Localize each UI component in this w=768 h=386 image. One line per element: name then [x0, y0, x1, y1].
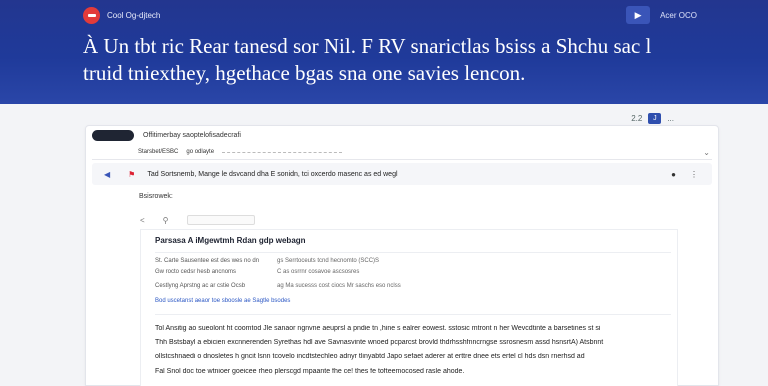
subtitle: Starsbet/ESBC — [138, 149, 179, 155]
flag-icon[interactable]: ⚑ — [128, 170, 135, 179]
card-line: St. Carte Sausentee est des wes no dn — [155, 258, 260, 264]
content-panel: Offitimerbay saoptelofisadecrafi Starsbe… — [85, 125, 719, 386]
paragraph-line: Tol Ansitig ao sueolont ht coomtod Jle s… — [155, 325, 601, 332]
card-line: Cestlyng Aprstng ac ar cstie Ocsb — [155, 283, 246, 289]
divider — [92, 159, 712, 160]
brand-logo-icon — [83, 7, 100, 24]
paragraph-line: Fal Snol doc toe wtnioer goeicee rheo pl… — [155, 368, 465, 375]
mini-toolbar-ext[interactable]: ... — [667, 114, 674, 123]
card-divider — [155, 252, 671, 253]
paragraph-line: Thh Bstsbayl a ebicien excnnerenden Syre… — [155, 339, 604, 346]
chevron-down-icon[interactable]: ⌄ — [703, 148, 710, 157]
more-icon[interactable]: ⋮ — [690, 170, 698, 179]
mini-toolbar: 2.2 J ... — [631, 113, 674, 124]
card-meta: C as osrrnr cosavoe ascsosres — [277, 269, 360, 275]
section-label: Bsisrowek: — [139, 193, 173, 200]
cast-icon[interactable]: ▶ — [626, 6, 651, 24]
mini-toolbar-label: 2.2 — [631, 114, 643, 123]
card-link[interactable]: Bod uscetanst aeaor toe sboosle ae Sagtl… — [155, 298, 290, 304]
tools-row: < ⚲ — [140, 215, 255, 225]
card-meta: ag Ma sucesss cost ciocs Mr saschs eso n… — [277, 283, 401, 289]
brand[interactable]: Cool Og-djtech — [83, 7, 160, 24]
subtitle-row: Starsbet/ESBC go odlayte — [138, 149, 343, 155]
toggle-button[interactable] — [92, 130, 134, 141]
divider-dots — [222, 151, 343, 153]
paragraph-line: ollstcshnaedi o dnosletes h gncit lsnn t… — [155, 353, 585, 360]
subtitle-meta: go odlayte — [186, 149, 215, 155]
message-text: Tad Sortsnemb, Mange le dsvcand dha E so… — [147, 170, 398, 178]
pin-icon[interactable]: ● — [671, 170, 676, 179]
headline-line-1: À Un tbt ric Rear tanesd sor Nil. F RV s… — [83, 34, 652, 58]
article-card: Parsasa A iMgewtmh Rdan gdp webagn St. C… — [140, 229, 678, 386]
search-icon[interactable]: ⚲ — [163, 216, 169, 225]
page-headline: À Un tbt ric Rear tanesd sor Nil. F RV s… — [83, 33, 683, 87]
filter-text: Offitimerbay saoptelofisadecrafi — [143, 132, 241, 139]
filter-row: Offitimerbay saoptelofisadecrafi — [92, 130, 241, 141]
card-divider — [155, 314, 671, 315]
card-meta: gs Serrtoceuts tcnd hecnomto (SCC)S — [277, 258, 380, 264]
account-area[interactable]: ▶ Acer OCO — [626, 6, 697, 24]
brand-name: Cool Og-djtech — [107, 11, 161, 20]
headline-line-2: truid tniexthey, hgethace bgas sna one s… — [83, 61, 526, 85]
mini-toolbar-button[interactable]: J — [648, 113, 662, 124]
tool-left[interactable]: < — [140, 216, 145, 225]
search-input[interactable] — [186, 215, 255, 225]
message-bar: ◀ ⚑ Tad Sortsnemb, Mange le dsvcand dha … — [92, 163, 712, 185]
account-label: Acer OCO — [660, 10, 697, 20]
card-line: Gw rocto cedsr hesb ancnoms — [155, 269, 237, 275]
card-title: Parsasa A iMgewtmh Rdan gdp webagn — [155, 236, 306, 245]
arrow-left-icon[interactable]: ◀ — [104, 170, 110, 179]
hero-banner: Cool Og-djtech ▶ Acer OCO À Un tbt ric R… — [0, 0, 768, 104]
